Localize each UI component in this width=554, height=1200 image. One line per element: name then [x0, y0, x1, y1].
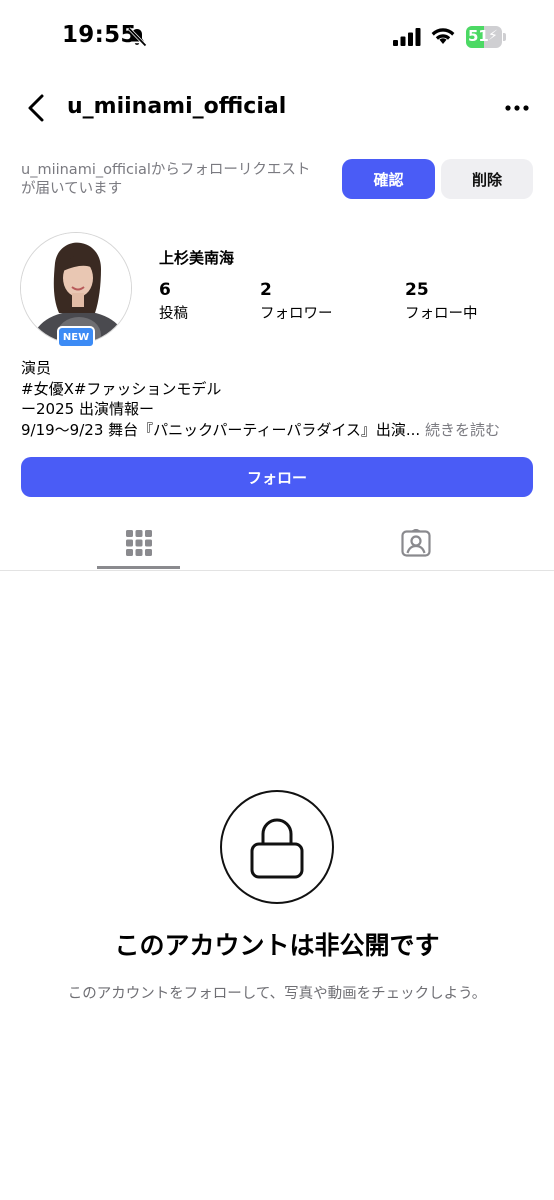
private-account-title: このアカウントは非公開です: [114, 931, 440, 960]
more-horizontal-icon[interactable]: [502, 98, 532, 118]
battery-level: 51: [468, 27, 489, 45]
read-more-link[interactable]: 続きを読む: [425, 421, 500, 439]
private-account-subtitle: このアカウントをフォローして、写真や動画をチェックしよう。: [67, 986, 487, 1002]
delete-button[interactable]: 削除: [441, 159, 533, 199]
follow-request-text: u_miinami_officialからフォローリクエストが届いています: [21, 162, 311, 197]
stat-followers[interactable]: 2 フォロワー: [260, 280, 333, 323]
bio: 演员 #女優X#ファッションモデル ー2025 出演情報ー 9/19～9/23 …: [21, 358, 541, 440]
stat-followers-label: フォロワー: [260, 306, 333, 322]
new-badge: NEW: [57, 326, 95, 348]
lock-badge: [220, 790, 334, 904]
stat-following-label: フォロー中: [405, 306, 478, 322]
bio-line-text: 9/19～9/23 舞台『パニックパーティーパラダイス』出演...: [21, 420, 421, 439]
tab-posts-grid[interactable]: [0, 515, 277, 570]
stat-posts-label: 投稿: [159, 306, 188, 322]
chevron-left-icon[interactable]: [24, 92, 48, 124]
follow-button[interactable]: フォロー: [21, 457, 533, 497]
stat-following-count: 25: [405, 280, 429, 300]
bio-line: #女優X#ファッションモデル: [21, 379, 222, 398]
grid-icon: [125, 529, 152, 556]
content-tabs: [0, 515, 554, 571]
stat-posts[interactable]: 6 投稿: [159, 280, 188, 323]
page-title: u_miinami_official: [67, 94, 287, 119]
battery-indicator: 51 ⚡: [466, 26, 506, 48]
confirm-button[interactable]: 確認: [342, 159, 435, 199]
display-name: 上杉美南海: [159, 249, 235, 267]
signal-icon: [393, 28, 421, 46]
wifi-icon: [431, 28, 455, 44]
active-tab-indicator: [97, 566, 180, 569]
status-bar: 19:55 51 ⚡: [0, 0, 554, 72]
bell-slash-icon: [127, 27, 147, 47]
charging-bolt-icon: ⚡: [488, 28, 498, 44]
tagged-person-icon: [400, 528, 431, 557]
tab-tagged[interactable]: [277, 515, 554, 570]
bio-line: 演员: [21, 359, 52, 377]
profile-header: u_miinami_official: [0, 80, 554, 136]
bio-line-last: 9/19～9/23 舞台『パニックパーティーパラダイス』出演... 続きを読む: [21, 420, 541, 441]
lock-icon: [250, 818, 304, 879]
stat-following[interactable]: 25 フォロー中: [405, 280, 478, 323]
stat-posts-count: 6: [159, 280, 171, 300]
stat-followers-count: 2: [260, 280, 272, 300]
bio-line: ー2025 出演情報ー: [21, 400, 154, 418]
